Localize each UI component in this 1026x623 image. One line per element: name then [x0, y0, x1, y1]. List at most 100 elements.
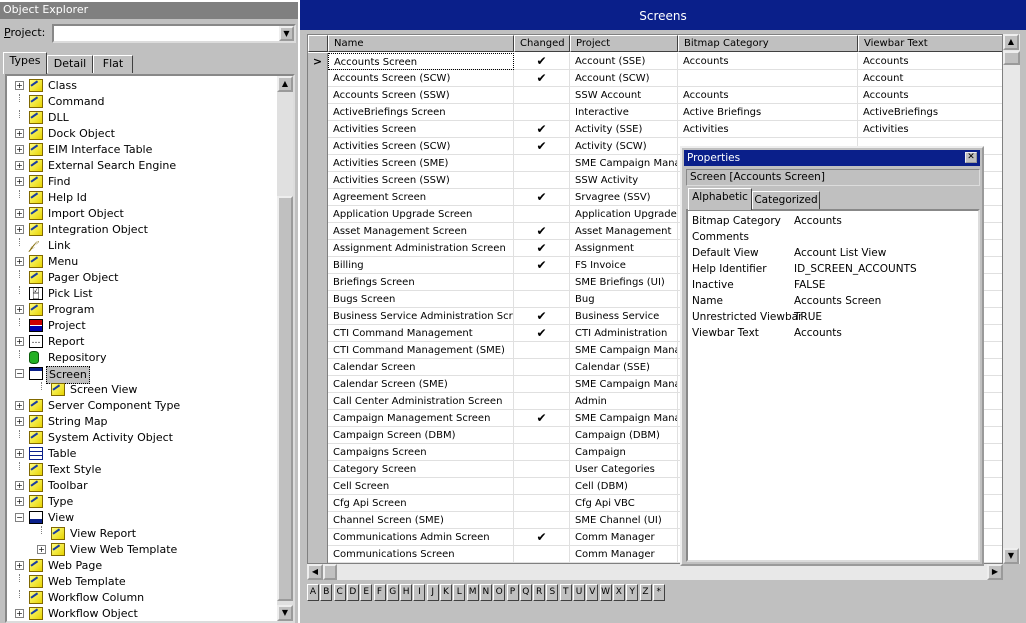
property-value[interactable]: Accounts Screen [794, 293, 881, 309]
cell-name[interactable]: Activities Screen (SCW) [328, 138, 514, 155]
row-indicator[interactable] [308, 393, 328, 410]
tab-flat[interactable]: Flat [93, 55, 133, 73]
tree-node[interactable]: Pager Object [7, 270, 277, 286]
cell-project[interactable]: SME Campaign Manag [570, 410, 678, 427]
tree-node[interactable]: + Dock Object [7, 126, 277, 142]
cell-changed[interactable] [514, 461, 570, 478]
cell-name[interactable]: Accounts Screen (SSW) [328, 87, 514, 104]
collapse-icon[interactable]: − [15, 513, 24, 522]
scroll-up-icon[interactable]: ▲ [277, 76, 293, 92]
cell-name[interactable]: Campaign Management Screen [328, 410, 514, 427]
cell-name[interactable]: Accounts Screen [328, 53, 514, 70]
cell-name[interactable]: Communications Admin Screen [328, 529, 514, 546]
expand-icon[interactable]: + [15, 609, 24, 618]
row-indicator[interactable] [308, 291, 328, 308]
tree-node[interactable]: Workflow Column [7, 590, 277, 606]
cell-viewbar-text[interactable]: Account [858, 70, 1002, 87]
expand-icon[interactable]: + [15, 209, 24, 218]
row-indicator[interactable] [308, 206, 328, 223]
cell-project[interactable]: Bug [570, 291, 678, 308]
cell-project[interactable]: SSW Activity [570, 172, 678, 189]
cell-changed[interactable] [514, 478, 570, 495]
cell-changed[interactable]: ✔ [514, 257, 570, 274]
tree-node[interactable]: + Find [7, 174, 277, 190]
row-indicator[interactable] [308, 512, 328, 529]
expand-icon[interactable]: + [15, 449, 24, 458]
row-indicator[interactable] [308, 427, 328, 444]
cell-viewbar-text[interactable]: Accounts [858, 53, 1002, 70]
row-indicator[interactable] [308, 546, 328, 563]
row-indicator[interactable] [308, 121, 328, 138]
cell-name[interactable]: Cell Screen [328, 478, 514, 495]
cell-bitmap-category[interactable]: Activities [678, 121, 858, 138]
cell-project[interactable]: Comm Manager [570, 546, 678, 563]
tree-node[interactable]: + Class [7, 78, 277, 94]
table-row[interactable]: Accounts Screen (SCW) ✔ Account (SCW) Accou… [308, 70, 1002, 87]
property-value[interactable]: FALSE [794, 277, 825, 293]
tree-node[interactable]: + Server Component Type [7, 398, 277, 414]
tree-node[interactable]: Screen View [7, 382, 277, 398]
tab-categorized[interactable]: Categorized [752, 191, 820, 209]
tree-node[interactable]: System Activity Object [7, 430, 277, 446]
cell-changed[interactable]: ✔ [514, 138, 570, 155]
cell-project[interactable]: Cell (DBM) [570, 478, 678, 495]
tree-node[interactable]: + … Report [7, 334, 277, 350]
row-indicator[interactable] [308, 189, 328, 206]
cell-name[interactable]: Briefings Screen [328, 274, 514, 291]
cell-changed[interactable]: ✔ [514, 529, 570, 546]
cell-project[interactable]: Business Service [570, 308, 678, 325]
tree-node[interactable]: − View [7, 510, 277, 526]
cell-project[interactable]: SME Briefings (UI) [570, 274, 678, 291]
cell-viewbar-text[interactable]: Activities [858, 121, 1002, 138]
cell-changed[interactable] [514, 274, 570, 291]
expand-icon[interactable]: + [15, 177, 24, 186]
column-header-project[interactable]: Project [570, 35, 678, 52]
table-row[interactable]: Activities Screen ✔ Activity (SSE) Activiti… [308, 121, 1002, 138]
alphabet-button[interactable]: F [373, 584, 386, 601]
property-value[interactable]: Accounts [794, 213, 842, 229]
scroll-down-icon[interactable]: ▼ [1003, 548, 1019, 564]
tree-node[interactable]: + Workflow Object [7, 606, 277, 621]
cell-project[interactable]: Asset Management [570, 223, 678, 240]
cell-changed[interactable] [514, 444, 570, 461]
property-value[interactable]: TRUE [794, 309, 822, 325]
cell-name[interactable]: Campaign Screen (DBM) [328, 427, 514, 444]
cell-changed[interactable] [514, 291, 570, 308]
cell-name[interactable]: Bugs Screen [328, 291, 514, 308]
alphabet-button[interactable]: L [453, 584, 466, 601]
cell-changed[interactable] [514, 342, 570, 359]
row-indicator[interactable] [308, 274, 328, 291]
collapse-icon[interactable]: − [15, 369, 24, 378]
tree-node[interactable]: + Type [7, 494, 277, 510]
alphabet-button[interactable]: A [307, 584, 319, 601]
cell-name[interactable]: Activities Screen (SSW) [328, 172, 514, 189]
expand-icon[interactable]: + [15, 561, 24, 570]
scroll-left-icon[interactable]: ◀ [307, 564, 323, 580]
tree-node[interactable]: Repository [7, 350, 277, 366]
cell-bitmap-category[interactable]: Accounts [678, 53, 858, 70]
cell-project[interactable]: Cfg Api VBC [570, 495, 678, 512]
cell-name[interactable]: Channel Screen (SME) [328, 512, 514, 529]
alphabet-button[interactable]: M [466, 584, 479, 601]
expand-icon[interactable]: + [15, 481, 24, 490]
row-indicator[interactable] [308, 155, 328, 172]
cell-project[interactable]: Calendar (SSE) [570, 359, 678, 376]
tree-node[interactable]: DLL [7, 110, 277, 126]
property-value[interactable]: Account List View [794, 245, 886, 261]
cell-changed[interactable] [514, 206, 570, 223]
cell-changed[interactable] [514, 495, 570, 512]
cell-project[interactable]: Assignment [570, 240, 678, 257]
cell-name[interactable]: Application Upgrade Screen [328, 206, 514, 223]
properties-title-bar[interactable]: Properties ✕ [684, 150, 980, 166]
cell-changed[interactable] [514, 87, 570, 104]
alphabet-button[interactable]: * [652, 584, 665, 601]
cell-changed[interactable]: ✔ [514, 240, 570, 257]
row-indicator[interactable] [308, 172, 328, 189]
expand-icon[interactable]: + [15, 337, 24, 346]
grid-vertical-scrollbar[interactable]: ▲ ▼ [1003, 34, 1020, 564]
alphabet-button[interactable]: R [533, 584, 546, 601]
tab-alphabetic[interactable]: Alphabetic [688, 188, 752, 210]
table-row[interactable]: > Accounts Screen ✔ Account (SSE) Accounts Ac… [308, 53, 1002, 70]
cell-changed[interactable]: ✔ [514, 53, 570, 70]
alphabet-button[interactable]: T [559, 584, 572, 601]
